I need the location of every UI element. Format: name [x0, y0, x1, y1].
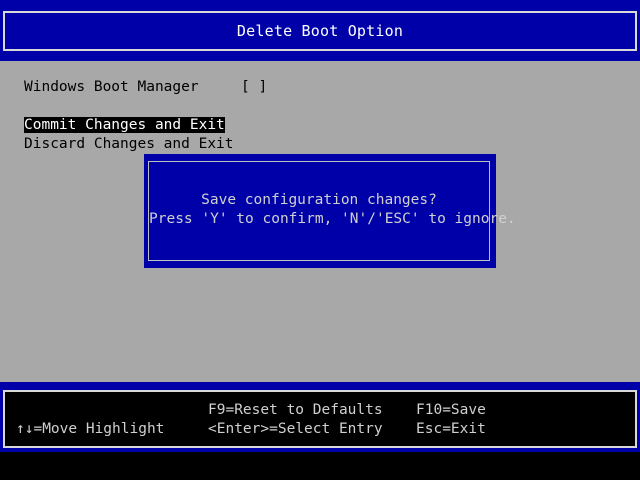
key-hints-panel: ↑↓=Move Highlight F9=Reset to Defaults <… — [3, 390, 637, 448]
dialog-question: Save configuration changes? — [201, 192, 437, 208]
title-bar: Delete Boot Option — [0, 0, 640, 61]
commit-changes-and-exit-item[interactable]: Commit Changes and Exit — [24, 117, 225, 133]
hint-exit: Esc=Exit — [416, 421, 486, 437]
dialog-frame: Save configuration changes? Press 'Y' to… — [148, 161, 516, 261]
dialog-instructions: Press 'Y' to confirm, 'N'/'ESC' to ignor… — [149, 211, 516, 227]
main-panel: Windows Boot Manager [ ] Commit Changes … — [0, 61, 640, 382]
title-frame: Delete Boot Option — [3, 11, 637, 51]
boot-option-checkbox[interactable]: [ ] — [241, 79, 267, 95]
hint-reset-defaults: F9=Reset to Defaults — [208, 402, 383, 418]
save-confirm-dialog: Save configuration changes? Press 'Y' to… — [144, 154, 516, 268]
discard-changes-and-exit-item[interactable]: Discard Changes and Exit — [24, 136, 234, 152]
page-title: Delete Boot Option — [236, 22, 404, 40]
footer-bar: ↑↓=Move Highlight F9=Reset to Defaults <… — [0, 382, 640, 452]
boot-option-windows-boot-manager[interactable]: Windows Boot Manager — [24, 79, 199, 95]
hint-save: F10=Save — [416, 402, 486, 418]
hint-select-entry: <Enter>=Select Entry — [208, 421, 383, 437]
hint-move-highlight: ↑↓=Move Highlight — [16, 421, 165, 437]
